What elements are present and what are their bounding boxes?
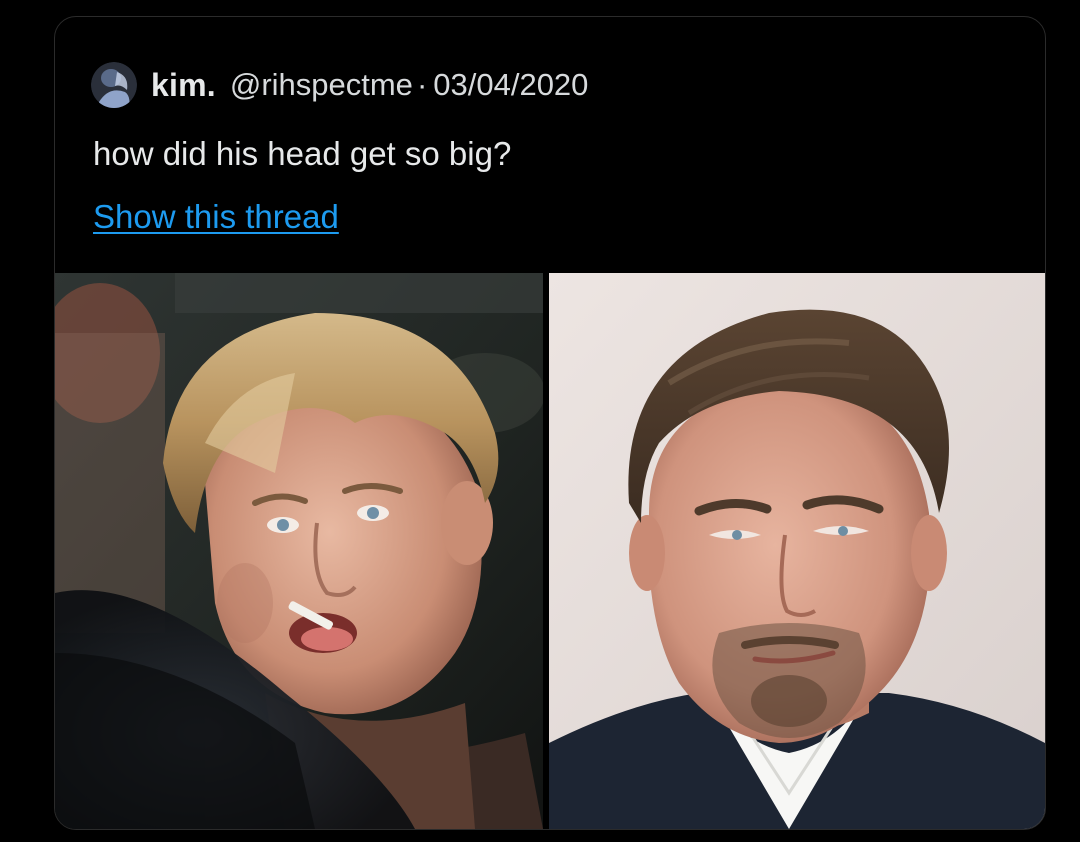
media-grid xyxy=(55,273,1045,829)
photo-young-man-with-toothpick-icon xyxy=(55,273,543,829)
display-name[interactable]: kim. xyxy=(151,67,216,104)
tweet-text: how did his head get so big? xyxy=(93,135,512,172)
photo-young-man[interactable] xyxy=(55,273,543,829)
avatar[interactable] xyxy=(91,62,137,108)
tweet-header: kim. @rihspectme · 03/04/2020 xyxy=(91,61,588,109)
tweet-date[interactable]: 03/04/2020 xyxy=(433,67,588,103)
photo-older-man-in-suit-icon xyxy=(549,273,1045,829)
separator-dot: · xyxy=(416,67,428,102)
tweet-card[interactable]: kim. @rihspectme · 03/04/2020 how did hi… xyxy=(54,16,1046,830)
photo-older-man[interactable] xyxy=(549,273,1045,829)
show-thread-link[interactable]: Show this thread xyxy=(93,198,339,236)
user-handle[interactable]: @rihspectme xyxy=(230,67,413,103)
